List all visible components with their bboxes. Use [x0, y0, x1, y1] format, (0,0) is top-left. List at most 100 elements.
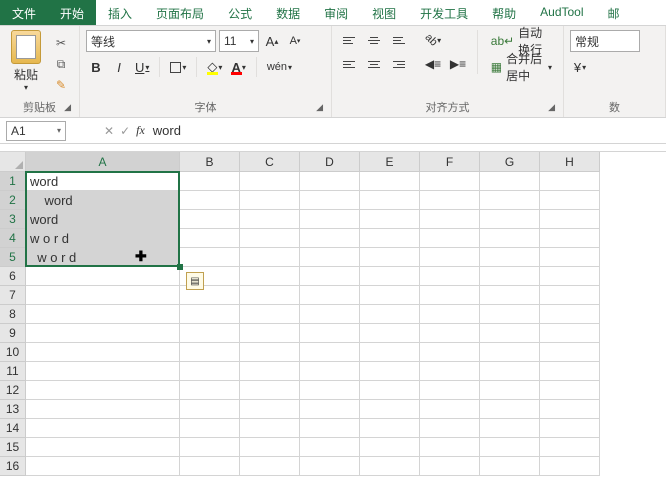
- font-launcher[interactable]: ◢: [316, 102, 323, 113]
- fill-handle[interactable]: [177, 264, 183, 270]
- tab-help[interactable]: 帮助: [480, 0, 528, 25]
- cell-G7[interactable]: [480, 286, 540, 305]
- cell-D5[interactable]: [300, 248, 360, 267]
- cell-C10[interactable]: [240, 343, 300, 362]
- cell-A2[interactable]: word: [26, 191, 180, 210]
- cell-A6[interactable]: [26, 267, 180, 286]
- cell-E8[interactable]: [360, 305, 420, 324]
- paste-button[interactable]: 粘贴 ▾: [6, 30, 46, 92]
- cell-A13[interactable]: [26, 400, 180, 419]
- cell-B4[interactable]: [180, 229, 240, 248]
- align-right-button[interactable]: [388, 54, 410, 74]
- cell-H5[interactable]: [540, 248, 600, 267]
- cell-E1[interactable]: [360, 172, 420, 191]
- cell-A9[interactable]: [26, 324, 180, 343]
- cell-D1[interactable]: [300, 172, 360, 191]
- clipboard-launcher[interactable]: ◢: [64, 102, 71, 113]
- cell-E4[interactable]: [360, 229, 420, 248]
- cell-D11[interactable]: [300, 362, 360, 381]
- cell-C9[interactable]: [240, 324, 300, 343]
- cell-H15[interactable]: [540, 438, 600, 457]
- cell-C14[interactable]: [240, 419, 300, 438]
- cell-A11[interactable]: [26, 362, 180, 381]
- tab-data[interactable]: 数据: [264, 0, 312, 25]
- cell-C15[interactable]: [240, 438, 300, 457]
- cell-F12[interactable]: [420, 381, 480, 400]
- cell-A3[interactable]: word: [26, 210, 180, 229]
- cell-G11[interactable]: [480, 362, 540, 381]
- col-header-B[interactable]: B: [180, 152, 240, 172]
- font-name-select[interactable]: 等线▾: [86, 30, 216, 52]
- cell-H4[interactable]: [540, 229, 600, 248]
- cell-G9[interactable]: [480, 324, 540, 343]
- tab-file[interactable]: 文件: [0, 0, 48, 25]
- cell-A4[interactable]: w o r d: [26, 229, 180, 248]
- cell-G2[interactable]: [480, 191, 540, 210]
- cell-B15[interactable]: [180, 438, 240, 457]
- cell-F4[interactable]: [420, 229, 480, 248]
- col-header-A[interactable]: A: [26, 152, 180, 172]
- cell-C1[interactable]: [240, 172, 300, 191]
- cell-F5[interactable]: [420, 248, 480, 267]
- cell-D10[interactable]: [300, 343, 360, 362]
- cell-B14[interactable]: [180, 419, 240, 438]
- cell-C2[interactable]: [240, 191, 300, 210]
- cell-F1[interactable]: [420, 172, 480, 191]
- cell-G1[interactable]: [480, 172, 540, 191]
- cell-A14[interactable]: [26, 419, 180, 438]
- cell-F3[interactable]: [420, 210, 480, 229]
- increase-font-button[interactable]: A▴: [262, 30, 282, 52]
- col-header-E[interactable]: E: [360, 152, 420, 172]
- cell-B2[interactable]: [180, 191, 240, 210]
- row-header-5[interactable]: 5: [0, 248, 26, 267]
- cell-H9[interactable]: [540, 324, 600, 343]
- fx-button[interactable]: fx: [136, 123, 145, 138]
- tab-home[interactable]: 开始: [48, 0, 96, 25]
- row-header-15[interactable]: 15: [0, 438, 26, 457]
- select-all-corner[interactable]: [0, 152, 26, 172]
- spreadsheet-grid[interactable]: ABCDEFGH 1word2 word3word4w o r d5 w o r…: [0, 152, 666, 476]
- decrease-indent-button[interactable]: ◀≡: [422, 54, 444, 74]
- cell-D15[interactable]: [300, 438, 360, 457]
- cell-F14[interactable]: [420, 419, 480, 438]
- cell-E16[interactable]: [360, 457, 420, 476]
- row-header-4[interactable]: 4: [0, 229, 26, 248]
- cell-H8[interactable]: [540, 305, 600, 324]
- row-header-3[interactable]: 3: [0, 210, 26, 229]
- cell-C11[interactable]: [240, 362, 300, 381]
- align-middle-button[interactable]: [363, 30, 385, 50]
- cell-G16[interactable]: [480, 457, 540, 476]
- cell-A1[interactable]: word: [26, 172, 180, 191]
- phonetic-button[interactable]: wén▾: [264, 56, 295, 78]
- align-center-button[interactable]: [363, 54, 385, 74]
- wrap-text-button[interactable]: ab↵自动换行: [486, 30, 557, 52]
- cell-B5[interactable]: [180, 248, 240, 267]
- row-header-2[interactable]: 2: [0, 191, 26, 210]
- cell-C3[interactable]: [240, 210, 300, 229]
- cell-D14[interactable]: [300, 419, 360, 438]
- cell-G12[interactable]: [480, 381, 540, 400]
- row-header-13[interactable]: 13: [0, 400, 26, 419]
- cell-F9[interactable]: [420, 324, 480, 343]
- row-header-8[interactable]: 8: [0, 305, 26, 324]
- cell-D6[interactable]: [300, 267, 360, 286]
- tab-review[interactable]: 审阅: [312, 0, 360, 25]
- accounting-format-button[interactable]: ¥▾: [570, 56, 590, 78]
- col-header-H[interactable]: H: [540, 152, 600, 172]
- align-top-button[interactable]: [338, 30, 360, 50]
- merge-center-button[interactable]: ▦合并后居中▾: [486, 56, 557, 78]
- row-header-10[interactable]: 10: [0, 343, 26, 362]
- cell-D13[interactable]: [300, 400, 360, 419]
- cell-E9[interactable]: [360, 324, 420, 343]
- cell-A15[interactable]: [26, 438, 180, 457]
- cell-H12[interactable]: [540, 381, 600, 400]
- col-header-D[interactable]: D: [300, 152, 360, 172]
- tab-audtool[interactable]: AudTool: [528, 0, 595, 25]
- cell-E2[interactable]: [360, 191, 420, 210]
- cell-G8[interactable]: [480, 305, 540, 324]
- cell-H14[interactable]: [540, 419, 600, 438]
- cell-C16[interactable]: [240, 457, 300, 476]
- fill-color-button[interactable]: ◇▾: [204, 56, 225, 78]
- cell-D8[interactable]: [300, 305, 360, 324]
- row-header-6[interactable]: 6: [0, 267, 26, 286]
